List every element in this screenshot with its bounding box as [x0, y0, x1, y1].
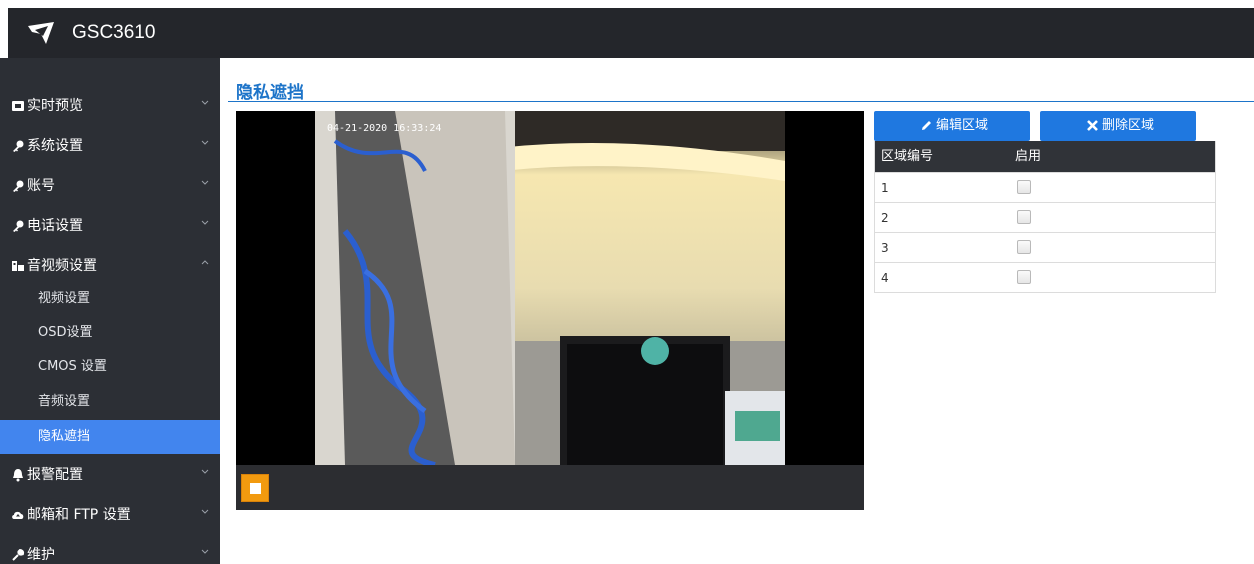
table-row: 2: [875, 202, 1215, 232]
edit-area-button[interactable]: 编辑区域: [874, 111, 1030, 141]
stop-button[interactable]: [241, 474, 269, 502]
osd-timestamp: 04-21-2020 16:33:24: [327, 123, 442, 134]
video-preview[interactable]: 04-21-2020 16:33:24: [236, 111, 864, 465]
sidebar: 实时预览 系统设置 账号 电话设置 音视频设置 视频设置 OSD设置 CMOS …: [0, 58, 220, 564]
chevron-down-icon: [201, 220, 209, 225]
sidebar-item-live-preview[interactable]: 实时预览: [0, 86, 220, 126]
stop-icon: [250, 483, 261, 494]
top-bar: GSC3610: [8, 8, 1254, 58]
close-icon: [1087, 120, 1098, 131]
delete-area-label: 删除区域: [1102, 118, 1155, 133]
sidebar-subitem-label: 视频设置: [38, 291, 91, 306]
chevron-up-icon: [201, 260, 209, 265]
bell-icon: [13, 469, 23, 482]
sidebar-subitem-audio[interactable]: 音频设置: [0, 385, 220, 419]
key-icon: [13, 220, 24, 232]
grandstream-logo-icon: [28, 22, 54, 44]
key-icon: [13, 180, 24, 192]
sidebar-item-label: 维护: [27, 547, 55, 563]
chevron-down-icon: [201, 509, 209, 514]
sidebar-subitem-label: CMOS 设置: [38, 359, 107, 374]
chevron-down-icon: [201, 549, 209, 554]
area-id: 4: [881, 271, 889, 285]
sidebar-item-label: 实时预览: [27, 98, 83, 114]
sidebar-item-system-settings[interactable]: 系统设置: [0, 126, 220, 166]
sidebar-subitem-privacy-mask[interactable]: 隐私遮挡: [0, 420, 220, 454]
column-header-enabled: 启用: [1015, 149, 1042, 164]
title-divider: [228, 101, 1254, 102]
enable-checkbox[interactable]: [1017, 270, 1031, 284]
area-id: 2: [881, 211, 889, 225]
chevron-down-icon: [201, 140, 209, 145]
edit-area-label: 编辑区域: [936, 118, 989, 133]
cloud-upload-icon: [12, 511, 24, 519]
page-title: 隐私遮挡: [236, 83, 304, 103]
enable-checkbox[interactable]: [1017, 210, 1031, 224]
sidebar-item-phone-settings[interactable]: 电话设置: [0, 206, 220, 246]
sidebar-item-label: 音视频设置: [27, 258, 97, 274]
area-id: 1: [881, 181, 889, 195]
table-row: 3: [875, 232, 1215, 262]
monitor-icon: [12, 101, 24, 111]
product-name: GSC3610: [72, 22, 156, 43]
chevron-down-icon: [201, 469, 209, 474]
table-row: 1: [875, 172, 1215, 202]
privacy-area-table: 区域编号 启用 1 2 3 4: [874, 141, 1216, 293]
pencil-icon: [922, 121, 931, 130]
sidebar-item-label: 报警配置: [27, 467, 83, 483]
chevron-down-icon: [201, 180, 209, 185]
sidebar-subitem-label: OSD设置: [38, 325, 93, 340]
sidebar-subitem-osd[interactable]: OSD设置: [0, 316, 220, 350]
sidebar-subitem-label: 音频设置: [38, 394, 91, 409]
sidebar-item-av-settings[interactable]: 音视频设置: [0, 246, 220, 286]
wrench-icon: [12, 548, 25, 561]
sidebar-item-account[interactable]: 账号: [0, 166, 220, 206]
delete-area-button[interactable]: 删除区域: [1040, 111, 1196, 141]
sidebar-item-email-ftp[interactable]: 邮箱和 FTP 设置: [0, 495, 220, 535]
sidebar-item-maintenance[interactable]: 维护: [0, 535, 220, 564]
key-icon: [13, 140, 24, 152]
enable-checkbox[interactable]: [1017, 240, 1031, 254]
sidebar-item-label: 邮箱和 FTP 设置: [27, 507, 131, 523]
video-control-bar: [236, 465, 864, 510]
film-icon: [12, 261, 24, 271]
sidebar-item-label: 系统设置: [27, 138, 83, 154]
sidebar-item-label: 电话设置: [27, 218, 83, 234]
table-row: 4: [875, 262, 1215, 292]
camera-feed-image: [315, 111, 785, 465]
area-id: 3: [881, 241, 889, 255]
table-header: 区域编号 启用: [875, 141, 1215, 172]
sidebar-subitem-video[interactable]: 视频设置: [0, 282, 220, 316]
column-header-area-id: 区域编号: [881, 149, 934, 164]
enable-checkbox[interactable]: [1017, 180, 1031, 194]
chevron-down-icon: [201, 100, 209, 105]
sidebar-item-alarm[interactable]: 报警配置: [0, 455, 220, 495]
sidebar-subitem-label: 隐私遮挡: [38, 429, 91, 444]
sidebar-subitem-cmos[interactable]: CMOS 设置: [0, 350, 220, 384]
sidebar-item-label: 账号: [27, 178, 55, 194]
